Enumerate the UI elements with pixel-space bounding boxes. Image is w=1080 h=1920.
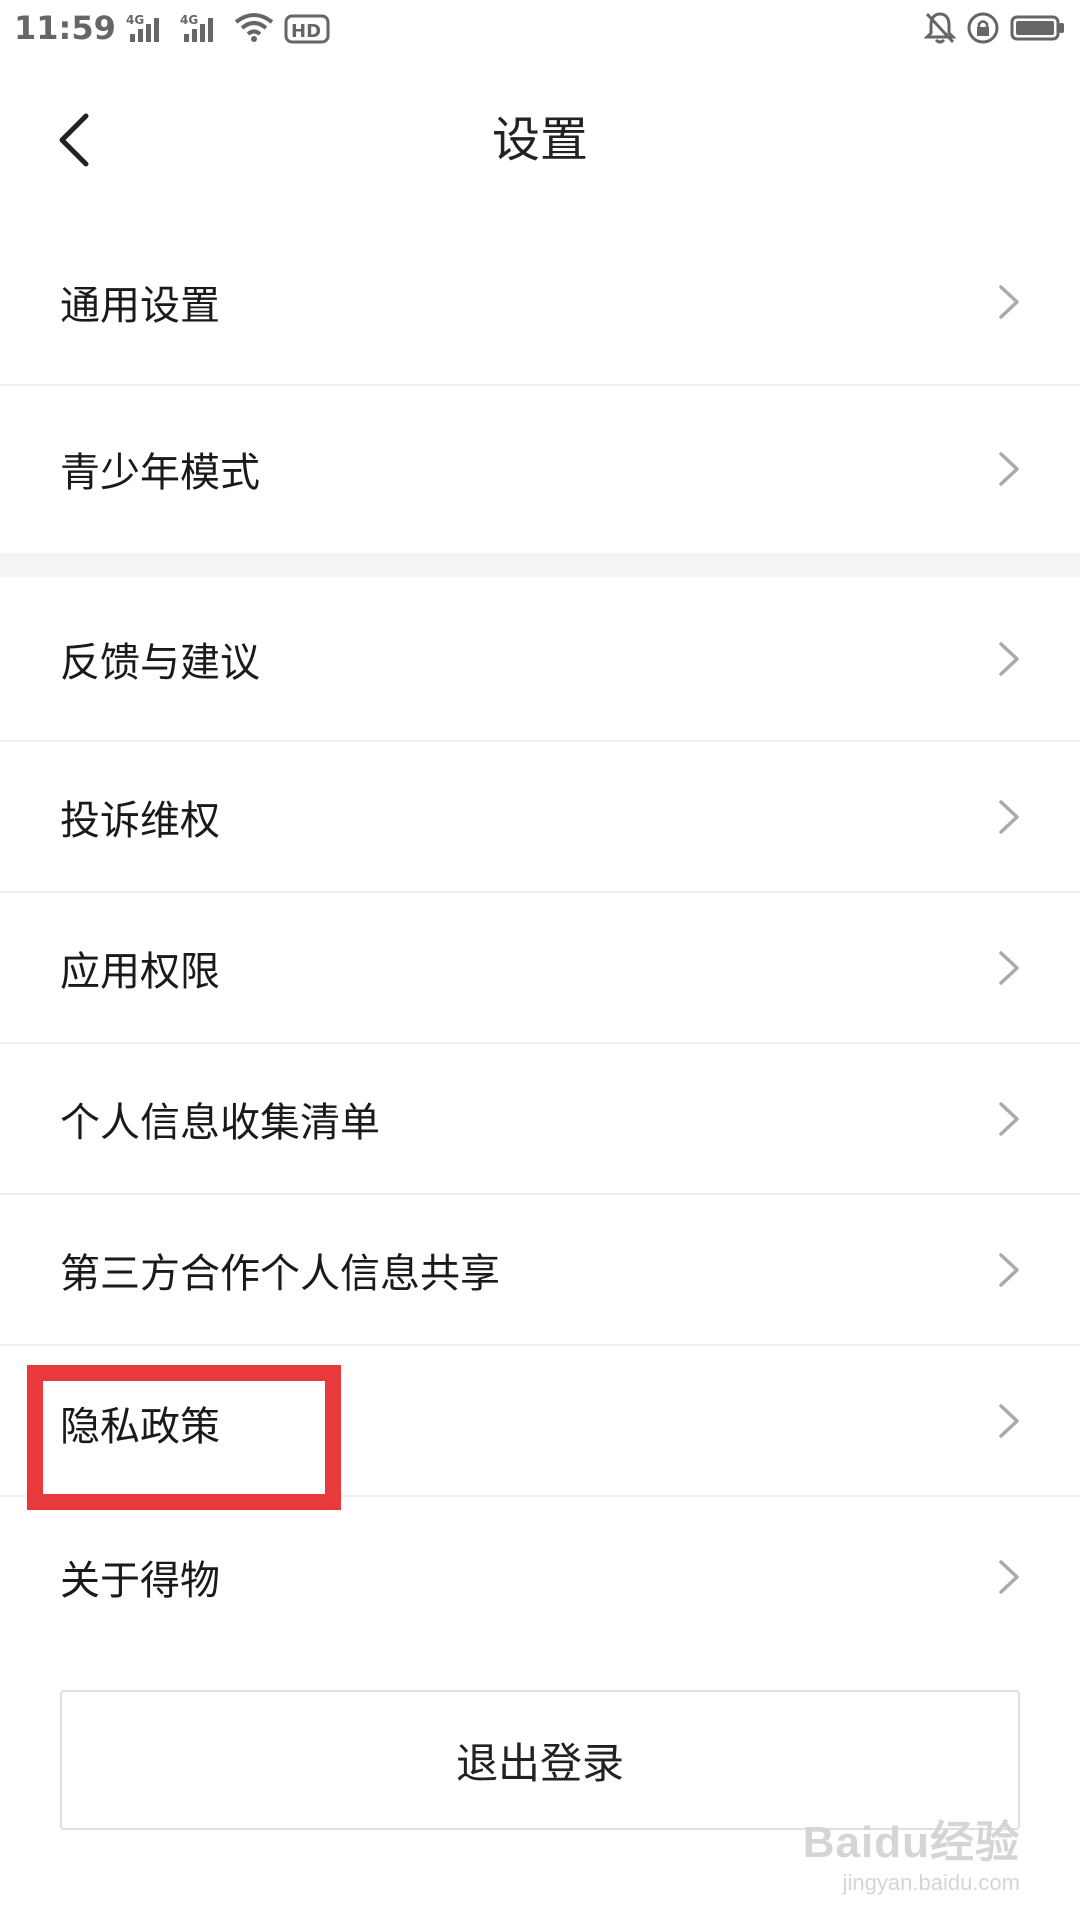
highlight-box xyxy=(27,1365,341,1510)
watermark-url: jingyan.baidu.com xyxy=(842,1870,1020,1895)
row-label: 个人信息收集清单 xyxy=(60,1099,380,1146)
status-bar-left: 11:59 4G 4G HD xyxy=(14,9,330,47)
battery-icon xyxy=(1010,13,1066,43)
navigation-bar: 设置 xyxy=(0,90,1080,190)
clock: 11:59 xyxy=(14,9,116,47)
chevron-right-icon xyxy=(994,1401,1024,1441)
chevron-right-icon xyxy=(994,1557,1024,1597)
signal-4g-icon: 4G xyxy=(126,12,170,44)
chevron-right-icon xyxy=(994,1099,1024,1139)
settings-row-teen-mode[interactable]: 青少年模式 xyxy=(0,386,1080,551)
settings-row-about[interactable]: 关于得物 xyxy=(0,1497,1080,1657)
row-label: 青少年模式 xyxy=(60,449,260,496)
settings-row-app-permissions[interactable]: 应用权限 xyxy=(0,893,1080,1042)
chevron-right-icon xyxy=(994,797,1024,837)
signal-4g-icon: 4G xyxy=(180,12,224,44)
row-label: 通用设置 xyxy=(60,283,220,329)
svg-text:4G: 4G xyxy=(126,13,144,27)
chevron-right-icon xyxy=(994,639,1024,679)
chevron-right-icon xyxy=(994,948,1024,988)
watermark-main: Baidu经验 xyxy=(802,1818,1020,1867)
status-bar-right xyxy=(924,11,1066,45)
settings-row-complaints[interactable]: 投诉维权 xyxy=(0,742,1080,891)
status-bar: 11:59 4G 4G HD xyxy=(0,0,1080,56)
chevron-right-icon xyxy=(994,1250,1024,1290)
svg-text:HD: HD xyxy=(291,21,321,42)
chevron-right-icon xyxy=(994,449,1024,489)
chevron-right-icon xyxy=(994,282,1024,322)
wifi-icon xyxy=(234,12,274,44)
bell-off-icon xyxy=(924,11,956,45)
rotation-lock-icon xyxy=(966,11,1000,45)
page-title: 设置 xyxy=(491,112,588,168)
watermark: Baidu经验 jingyan.baidu.com xyxy=(803,1806,1020,1896)
settings-row-personal-info-list[interactable]: 个人信息收集清单 xyxy=(0,1044,1080,1193)
settings-row-feedback[interactable]: 反馈与建议 xyxy=(0,577,1080,740)
row-label: 应用权限 xyxy=(60,948,220,995)
settings-group-general: 通用设置 青少年模式 xyxy=(0,220,1080,551)
settings-row-general[interactable]: 通用设置 xyxy=(0,220,1080,384)
section-separator xyxy=(0,553,1080,577)
hd-voice-icon: HD xyxy=(284,12,330,44)
svg-text:4G: 4G xyxy=(180,13,198,27)
row-label: 投诉维权 xyxy=(60,797,220,844)
row-label: 关于得物 xyxy=(60,1558,220,1604)
row-label: 反馈与建议 xyxy=(60,639,260,686)
row-label: 第三方合作个人信息共享 xyxy=(60,1250,500,1297)
settings-row-third-party-sharing[interactable]: 第三方合作个人信息共享 xyxy=(0,1195,1080,1344)
